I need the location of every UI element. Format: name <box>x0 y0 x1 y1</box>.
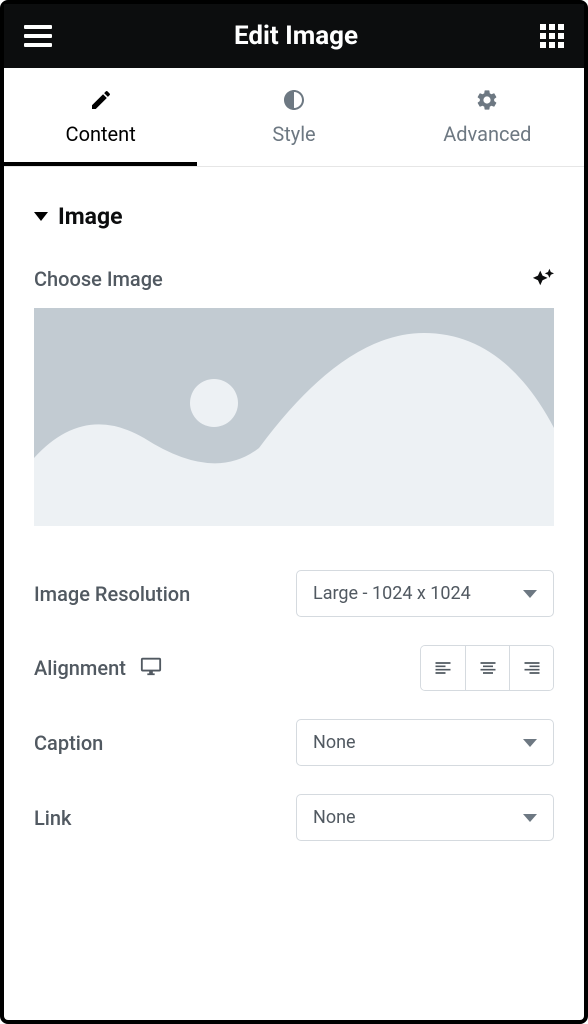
field-caption: Caption None <box>34 719 554 766</box>
section-toggle-image[interactable]: Image <box>34 203 554 230</box>
menu-icon[interactable] <box>24 25 52 47</box>
chevron-down-icon <box>523 814 537 822</box>
image-resolution-select[interactable]: Large - 1024 x 1024 <box>296 570 554 617</box>
link-select[interactable]: None <box>296 794 554 841</box>
tab-advanced-label: Advanced <box>443 122 531 146</box>
tab-advanced[interactable]: Advanced <box>391 68 584 166</box>
field-alignment: Alignment <box>34 645 554 691</box>
sparkle-icon[interactable] <box>532 266 554 292</box>
link-label: Link <box>34 806 71 830</box>
panel-header: Edit Image <box>4 4 584 68</box>
image-resolution-label: Image Resolution <box>34 582 190 606</box>
choose-image-label: Choose Image <box>34 267 163 291</box>
apps-grid-icon[interactable] <box>540 24 564 48</box>
desktop-icon[interactable] <box>140 655 162 682</box>
chevron-down-icon <box>523 739 537 747</box>
caption-select[interactable]: None <box>296 719 554 766</box>
panel-body: Image Choose Image Image Resolution Larg… <box>4 167 584 1020</box>
placeholder-landscape-icon <box>34 308 554 526</box>
gear-icon <box>475 88 499 112</box>
tabs: Content Style Advanced <box>4 68 584 167</box>
image-upload-area[interactable] <box>34 308 554 526</box>
align-center-button[interactable] <box>465 646 509 690</box>
alignment-buttons <box>420 645 554 691</box>
alignment-label: Alignment <box>34 656 126 680</box>
align-right-icon <box>522 658 542 678</box>
panel-title: Edit Image <box>234 21 358 51</box>
tab-content[interactable]: Content <box>4 68 197 166</box>
caption-value: None <box>313 732 356 753</box>
section-title: Image <box>58 203 123 230</box>
caption-label: Caption <box>34 731 103 755</box>
align-right-button[interactable] <box>509 646 553 690</box>
field-image-resolution: Image Resolution Large - 1024 x 1024 <box>34 570 554 617</box>
field-choose-image: Choose Image <box>34 266 554 292</box>
image-resolution-value: Large - 1024 x 1024 <box>313 583 471 604</box>
align-left-icon <box>433 658 453 678</box>
link-value: None <box>313 807 356 828</box>
caret-down-icon <box>34 212 48 221</box>
chevron-down-icon <box>523 590 537 598</box>
align-left-button[interactable] <box>421 646 465 690</box>
pencil-icon <box>89 88 113 112</box>
field-link: Link None <box>34 794 554 841</box>
contrast-icon <box>282 88 306 112</box>
tab-content-label: Content <box>66 122 136 146</box>
tab-style[interactable]: Style <box>197 68 390 166</box>
tab-style-label: Style <box>272 122 315 146</box>
align-center-icon <box>478 658 498 678</box>
